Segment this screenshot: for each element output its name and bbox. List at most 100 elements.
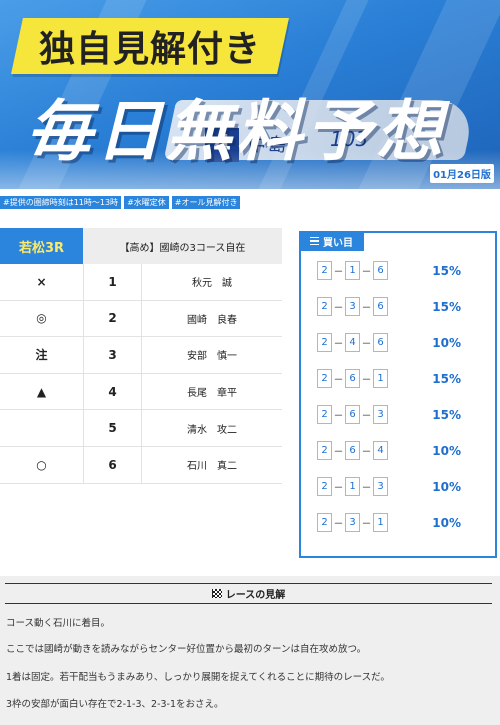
pick-number: 3 [373, 405, 388, 424]
pick-row: 2 － 3 － 6 15% [317, 297, 487, 316]
racer-name: 石川 真二 [141, 446, 282, 483]
pick-row: 2 － 6 － 3 15% [317, 405, 487, 424]
pick-number: 6 [345, 441, 360, 460]
pick-number: 2 [317, 513, 332, 532]
prediction-mark: ▲ [36, 384, 47, 399]
pick-percentage: 15% [432, 407, 461, 422]
pick-dash: － [361, 267, 372, 278]
pick-dash: － [361, 483, 372, 494]
pick-dash: － [333, 519, 344, 530]
pick-dash: － [333, 303, 344, 314]
pick-dash: － [361, 303, 372, 314]
lane-number: 1 [83, 264, 141, 300]
racer-name: 安部 慎一 [141, 337, 282, 373]
race-name: 若松3R [0, 228, 83, 264]
pick-percentage: 15% [432, 371, 461, 386]
pick-number: 2 [317, 333, 332, 352]
checkered-flag-icon [211, 589, 222, 598]
pick-row: 2 － 1 － 6 15% [317, 261, 487, 280]
pick-number: 4 [373, 441, 388, 460]
picks-title: 買い目 [299, 231, 364, 251]
pick-dash: － [333, 375, 344, 386]
racer-name: 清水 攻二 [141, 410, 282, 446]
pick-row: 2 － 1 － 3 10% [317, 477, 487, 496]
tag-item[interactable]: #水曜定休 [124, 196, 169, 209]
table-row: ▲ 4 長尾 章平 [0, 373, 282, 411]
pick-number: 6 [373, 261, 388, 280]
pick-number: 2 [317, 297, 332, 316]
tag-item[interactable]: #提供の圏締時刻は11時〜13時 [0, 196, 122, 209]
pick-percentage: 15% [432, 263, 461, 278]
racer-name: 長尾 章平 [141, 373, 282, 410]
lane-number: 3 [83, 337, 141, 373]
table-row: × 1 秋元 誠 [0, 264, 282, 301]
pick-dash: － [333, 267, 344, 278]
pick-percentage: 10% [432, 515, 461, 530]
pick-row: 2 － 6 － 4 10% [317, 441, 487, 460]
pick-row: 2 － 6 － 1 15% [317, 369, 487, 388]
commentary-line: ここでは國崎が動きを読みながらセンター好位置から最初のターンは自在攻め放つ。 [6, 644, 367, 655]
prediction-mark: 注 [35, 348, 48, 363]
pick-number: 3 [345, 513, 360, 532]
pick-number: 1 [373, 513, 388, 532]
pick-row: 2 － 3 － 1 10% [317, 513, 487, 532]
tag-list: #提供の圏締時刻は11時〜13時 #水曜定休 #オール見解付き [0, 196, 241, 209]
pick-row: 2 － 4 － 6 10% [317, 333, 487, 352]
pick-number: 2 [317, 441, 332, 460]
pick-dash: － [333, 447, 344, 458]
pick-percentage: 10% [432, 443, 461, 458]
table-row: 注 3 安部 慎一 [0, 337, 282, 374]
pick-number: 2 [317, 477, 332, 496]
pick-number: 6 [373, 333, 388, 352]
pick-percentage: 15% [432, 299, 461, 314]
pick-number: 3 [373, 477, 388, 496]
feature-badge-text: 独自見解付き [39, 29, 262, 70]
pick-dash: － [361, 339, 372, 350]
pick-number: 1 [373, 369, 388, 388]
pick-number: 2 [317, 405, 332, 424]
pick-dash: － [333, 411, 344, 422]
hero-banner: 4 中島 103 独自見解付き 毎日無料予想 01月26日版 [0, 0, 500, 189]
list-icon [310, 236, 319, 246]
pick-number: 1 [345, 261, 360, 280]
picks-panel: 買い目 2 － 1 － 6 15% 2 － 3 － 6 15% 2 － 4 － … [299, 231, 497, 558]
table-row: ◎ 2 國崎 良春 [0, 300, 282, 338]
pick-dash: － [333, 483, 344, 494]
commentary-line: 1着は固定。若干配当もうまみあり、しっかり展開を捉えてくれることに期待のレースだ… [6, 672, 390, 683]
tag-item[interactable]: #オール見解付き [171, 196, 241, 209]
pick-number: 6 [345, 369, 360, 388]
pick-dash: － [361, 375, 372, 386]
prediction-mark [0, 410, 83, 446]
prediction-mark: × [36, 274, 47, 289]
lane-number: 6 [83, 446, 141, 483]
pick-number: 6 [345, 405, 360, 424]
pick-dash: － [361, 411, 372, 422]
race-title: 【高め】國崎の3コース自在 [83, 228, 282, 264]
racer-name: 秋元 誠 [141, 264, 282, 300]
banner-headline: 毎日無料予想 [26, 93, 446, 170]
pick-number: 2 [317, 369, 332, 388]
racer-name: 國崎 良春 [141, 300, 282, 337]
pick-number: 4 [345, 333, 360, 352]
pick-dash: － [361, 519, 372, 530]
prediction-mark: ◎ [36, 311, 47, 326]
date-badge: 01月26日版 [430, 164, 494, 183]
race-commentary: レースの見解 コース動く石川に着目。 ここでは國崎が動きを読みながらセンター好位… [0, 576, 500, 725]
lane-number: 4 [83, 373, 141, 410]
commentary-title: レースの見解 [225, 590, 286, 601]
pick-dash: － [361, 447, 372, 458]
commentary-line: 3枠の安部が面白い存在で2-1-3、2-3-1をおさえ。 [6, 699, 224, 710]
commentary-header: レースの見解 [5, 583, 492, 604]
pick-percentage: 10% [432, 335, 461, 350]
feature-badge: 独自見解付き [11, 18, 289, 74]
pick-percentage: 10% [432, 479, 461, 494]
table-row: ○ 6 石川 真二 [0, 446, 282, 484]
commentary-line: コース動く石川に着目。 [6, 618, 111, 629]
race-header: 若松3R 【高め】國崎の3コース自在 [0, 228, 282, 264]
pick-dash: － [333, 339, 344, 350]
prediction-mark: ○ [36, 457, 47, 472]
lane-number: 2 [83, 300, 141, 337]
pick-number: 6 [373, 297, 388, 316]
pick-number: 3 [345, 297, 360, 316]
table-row: 5 清水 攻二 [0, 410, 282, 447]
